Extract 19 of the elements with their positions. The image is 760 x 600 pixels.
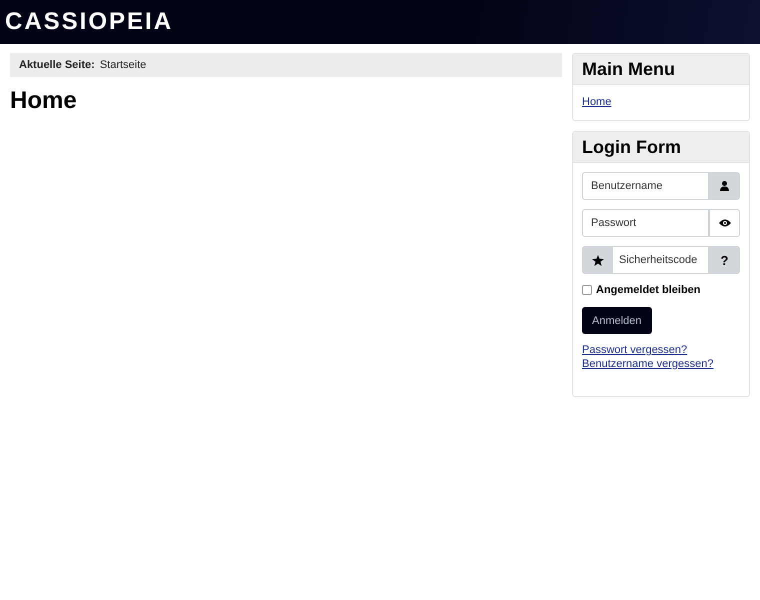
card-title: Main Menu <box>573 54 749 85</box>
password-field[interactable]: Passwort <box>582 209 709 237</box>
security-code-field[interactable]: Sicherheitscode <box>613 246 709 274</box>
help-icon[interactable]: ? <box>720 252 728 268</box>
forgot-link[interactable]: Benutzername vergessen? <box>582 358 714 370</box>
breadcrumb-label: Aktuelle Seite: <box>19 59 95 71</box>
eye-icon[interactable] <box>718 219 730 227</box>
username-field[interactable]: Benutzername <box>582 172 709 200</box>
card-title: Login Form <box>573 132 749 163</box>
star-icon <box>592 254 604 266</box>
user-icon <box>720 181 729 191</box>
forgot-link[interactable]: Passwort vergessen? <box>582 344 688 356</box>
page-title: Home <box>10 87 78 115</box>
remember-label: Angemeldet bleiben <box>596 284 701 296</box>
login-button[interactable]: Anmelden <box>582 307 652 334</box>
site-logo[interactable]: CASSIOPEIA <box>5 8 174 36</box>
breadcrumb-current: Startseite <box>100 59 146 71</box>
remember-checkbox[interactable] <box>582 285 592 295</box>
menu-link[interactable]: Home <box>582 96 612 108</box>
